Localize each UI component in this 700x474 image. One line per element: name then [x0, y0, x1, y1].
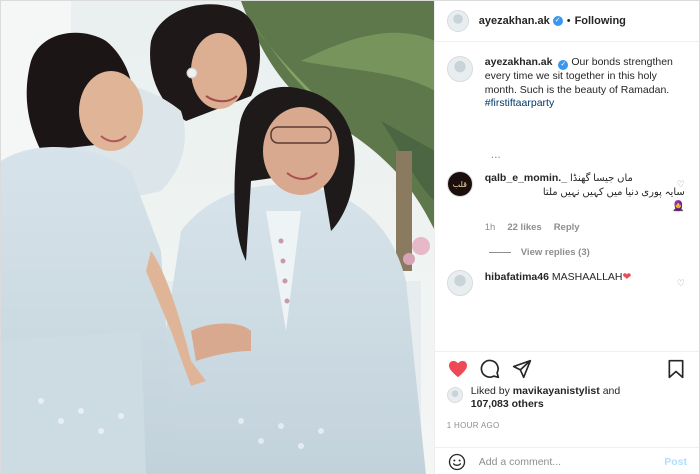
commenter-avatar[interactable] [446, 269, 473, 296]
instagram-post: ayezakhan.ak ✓ • Following ayezakhan.ak … [0, 0, 700, 474]
like-heart-icon[interactable] [445, 356, 471, 382]
post-timestamp[interactable]: 1 HOUR AGO [447, 421, 500, 430]
emoji-smiley-icon[interactable] [447, 452, 467, 472]
share-paper-plane-icon[interactable] [509, 356, 535, 382]
comment-reply-button[interactable]: Reply [554, 222, 580, 233]
author-username[interactable]: ayezakhan.ak [479, 15, 550, 27]
liker-username[interactable]: mavikayanistylist [513, 385, 600, 397]
caption-username[interactable]: ayezakhan.ak [485, 56, 553, 68]
photo-illustration [1, 1, 434, 474]
comment-text-line1: ماں جیسا گھنڈا [569, 172, 633, 184]
likes-summary: Liked by mavikayanistylist and 107,083 o… [446, 385, 687, 411]
likes-count[interactable]: 107,083 others [471, 398, 544, 410]
comment-input[interactable] [478, 455, 665, 468]
caption-hashtag-link[interactable]: #firstiftaarparty [485, 97, 554, 109]
comment-like-heart-icon[interactable]: ♡ [677, 179, 685, 190]
replies-line [488, 251, 511, 253]
caption-author-avatar[interactable] [446, 56, 473, 82]
commenter-username[interactable]: qalb_e_momin._ [485, 172, 567, 184]
add-comment-bar: Post [434, 447, 699, 474]
post-side-panel: ayezakhan.ak ✓ • Following ayezakhan.ak … [433, 1, 699, 474]
likes-conjunction: and [602, 385, 621, 397]
comment-emoji: 🧕 [672, 200, 685, 212]
comment-like-heart-icon[interactable]: ♡ [677, 278, 685, 289]
comment-time: 1h [484, 221, 496, 233]
post-caption: ayezakhan.ak ✓ Our bonds strengthen ever… [446, 56, 687, 111]
verified-badge-icon: ✓ [552, 16, 563, 26]
comment-text: MASHAALLAH [551, 270, 623, 283]
comment-item: قلب qalb_e_momin._ ماں جیسا گھنڈا سایہ پ… [446, 170, 687, 233]
save-bookmark-icon[interactable] [663, 356, 689, 382]
separator-dot: • [566, 15, 571, 27]
comment-likes[interactable]: 22 likes [507, 222, 541, 233]
comment-item: hibafatima46 MASHAALLAH❤ ♡ [446, 269, 687, 296]
caption-verified-icon: ✓ [558, 60, 569, 70]
commenter-avatar[interactable]: قلب [446, 170, 473, 197]
post-photo[interactable] [1, 1, 434, 474]
post-actions-bar [434, 351, 699, 385]
author-avatar[interactable] [446, 10, 469, 32]
comments-section[interactable]: ayezakhan.ak ✓ Our bonds strengthen ever… [435, 42, 699, 349]
view-replies-label: View replies (3) [520, 246, 590, 258]
comment-text-line2-text: سایہ پوری دنیا میں کہیں نہیں ملتا [542, 186, 685, 198]
commenter-username[interactable]: hibafatima46 [485, 271, 549, 283]
following-button[interactable]: Following [575, 15, 626, 27]
view-replies-button[interactable]: View replies (3) [488, 246, 687, 258]
caption-more: ... [490, 146, 501, 161]
comment-heart-emoji: ❤ [622, 270, 632, 283]
post-header: ayezakhan.ak ✓ • Following [434, 1, 699, 42]
comment-bubble-icon[interactable] [477, 356, 503, 382]
liker-avatar[interactable] [446, 387, 463, 403]
likes-prefix: Liked by [470, 385, 510, 397]
post-comment-button[interactable]: Post [664, 456, 687, 468]
comment-text-line2: سایہ پوری دنیا میں کہیں نہیں ملتا [485, 186, 685, 200]
comment-meta: 1h 22 likes Reply [485, 222, 685, 233]
